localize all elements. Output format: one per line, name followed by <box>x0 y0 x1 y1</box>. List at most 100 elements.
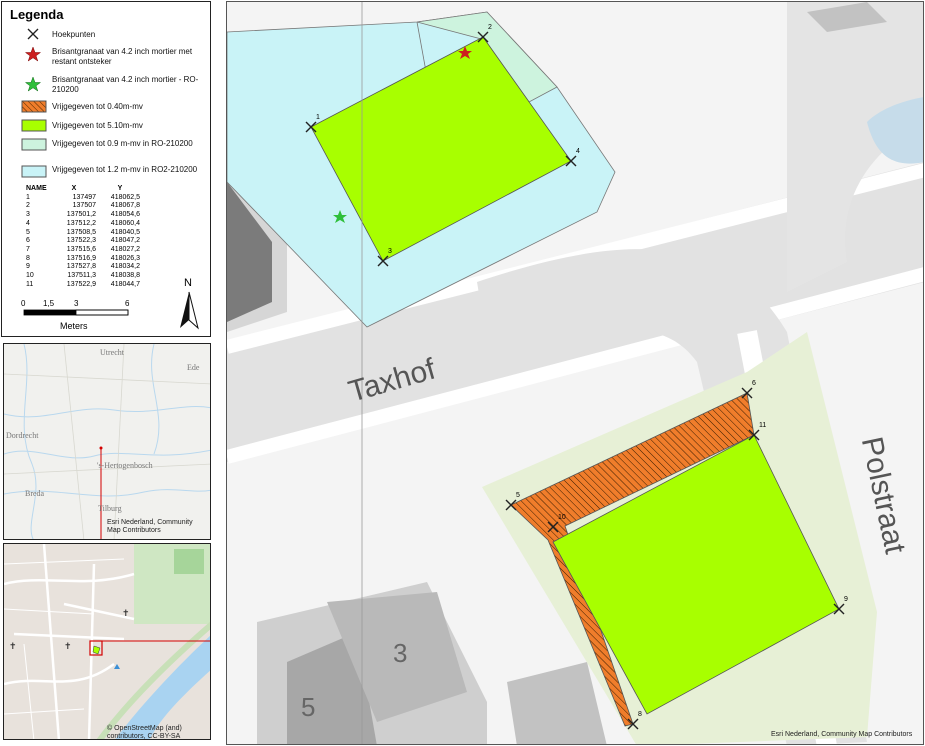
legend-label-hoekpunten: Hoekpunten <box>52 30 96 39</box>
table-cell: 137527,8 <box>66 263 96 271</box>
table-cell: 418062,5 <box>110 193 140 201</box>
place-ede: Ede <box>187 363 200 372</box>
point-label: 8 <box>638 711 642 718</box>
house-number-5: 5 <box>301 692 316 722</box>
point-label: 1 <box>316 114 320 121</box>
table-cell: 137511,3 <box>67 272 96 280</box>
table-cell: 2 <box>26 202 30 210</box>
scale-bar <box>23 309 129 316</box>
table-cell: 418044,7 <box>110 280 140 288</box>
table-cell: 418060,4 <box>110 219 140 227</box>
table-cell: 137508,5 <box>66 228 96 236</box>
table-row: 4 137512,2 418060,4 <box>24 220 142 229</box>
point-label: 11 <box>759 422 767 429</box>
table-cell: 8 <box>26 254 30 262</box>
table-cell: 7 <box>26 245 30 253</box>
table-row: 8 137516,9 418026,3 <box>24 255 142 264</box>
svg-text:✝: ✝ <box>64 641 72 651</box>
table-cell: 137501,2 <box>66 211 96 219</box>
table-header-x: X <box>71 185 77 192</box>
table-cell: 137516,9 <box>66 254 96 262</box>
point-label: 5 <box>516 492 520 499</box>
place-hertogenbosch: 's-Hertogenbosch <box>97 461 153 470</box>
cyan-swatch <box>21 165 47 178</box>
north-arrow-icon <box>180 291 199 330</box>
scale-tick-2: 3 <box>74 299 79 308</box>
scale-tick-0: 0 <box>21 299 26 308</box>
legend-label-mint: Vrijgegeven tot 0.9 m-mv in RO-210200 <box>52 139 193 148</box>
table-row: 9 137527,8 418034,2 <box>24 263 142 272</box>
table-cell: 10 <box>26 272 34 280</box>
table-cell: 418047,2 <box>110 237 140 245</box>
table-cell: 137507 <box>72 202 96 210</box>
table-cell: 418038,8 <box>110 272 140 280</box>
table-cell: 5 <box>26 228 30 236</box>
table-cell: 3 <box>26 211 30 219</box>
table-cell: 6 <box>26 237 30 245</box>
coordinates-table-body: 1 137497 418062,5 2 137507 418067,8 3 137501,2 4… <box>24 194 142 290</box>
point-label: 6 <box>752 380 756 387</box>
coordinates-table: NAME X Y 1 137497 418062,5 2 137507 418067,8 3… <box>24 185 142 289</box>
table-row: 11 137522,9 418044,7 <box>24 281 142 290</box>
table-row: 10 137511,3 418038,8 <box>24 272 142 281</box>
lime-swatch <box>21 119 47 132</box>
point-label: 3 <box>388 248 392 255</box>
table-cell: 137522,9 <box>66 280 96 288</box>
house-number-3: 3 <box>393 638 408 668</box>
table-row: 2 137507 418067,8 <box>24 202 142 211</box>
scale-unit: Meters <box>60 321 88 331</box>
legend-label-green-star: Brisantgranaat van 4.2 inch mortier - RO… <box>52 75 199 94</box>
locator-map-canvas: ✝ ✝ ✝ <box>4 544 210 739</box>
table-cell: 418067,8 <box>110 202 140 210</box>
table-row: 7 137515,6 418027,2 <box>24 246 142 255</box>
overview-map: Utrecht Ede Dordrecht 's-Hertogenbosch B… <box>3 343 211 540</box>
svg-text:✝: ✝ <box>122 608 130 618</box>
point-label: 9 <box>844 596 848 603</box>
table-cell: 11 <box>26 280 34 288</box>
place-breda: Breda <box>25 489 45 498</box>
table-row: 5 137508,5 418040,5 <box>24 229 142 238</box>
place-dordrecht: Dordrecht <box>6 431 39 440</box>
table-cell: 137497 <box>72 193 96 201</box>
red-star-icon <box>24 46 42 62</box>
legend-label-orange: Vrijgegeven tot 0.40m-mv <box>52 102 143 111</box>
legend-label-cyan: Vrijgegeven tot 1.2 m-mv in RO2-210200 <box>52 165 198 174</box>
table-cell: 9 <box>26 263 30 271</box>
table-cell: 1 <box>26 193 30 201</box>
table-row: 1 137497 418062,5 <box>24 194 142 203</box>
table-cell: 137512,2 <box>66 219 96 227</box>
place-utrecht: Utrecht <box>100 348 124 357</box>
scale-tick-1: 1,5 <box>43 299 55 308</box>
table-cell: 418034,2 <box>110 263 140 271</box>
table-cell: 418040,5 <box>110 228 140 236</box>
main-map: Taxhof Polstraat 3 5 1 2 3 4 5 6 8 9 10 11 Esri N… <box>226 1 924 745</box>
table-cell: 418026,3 <box>110 254 140 262</box>
overview-credit: Esri Nederland, Community Map Contributo… <box>107 519 193 534</box>
table-header-name: NAME <box>26 185 47 192</box>
table-cell: 4 <box>26 219 30 227</box>
table-cell: 137522,3 <box>66 237 96 245</box>
x-marker-icon <box>27 28 39 40</box>
north-label: N <box>184 277 192 289</box>
table-row: 3 137501,2 418054,6 <box>24 211 142 220</box>
place-tilburg: Tilburg <box>98 504 122 513</box>
point-label: 2 <box>488 24 492 31</box>
point-label: 10 <box>558 514 566 521</box>
legend-label-red-star: Brisantgranaat van 4.2 inch mortier met … <box>52 47 193 66</box>
main-map-credit: Esri Nederland, Community Map Contributo… <box>771 731 913 738</box>
hatched-orange-swatch <box>21 100 47 113</box>
legend-panel: Legenda Hoekpunten Brisantgranaat van 4.… <box>1 1 211 337</box>
locator-map: ✝ ✝ ✝ © OpenStreetMap (and) contributors… <box>3 543 211 740</box>
table-cell: 418054,6 <box>110 211 140 219</box>
legend-label-lime: Vrijgegeven tot 5.10m-mv <box>52 121 143 130</box>
mint-swatch <box>21 138 47 151</box>
green-star-icon <box>24 76 42 92</box>
locator-credit: © OpenStreetMap (and) contributors, CC-B… <box>107 725 182 740</box>
table-cell: 418027,2 <box>110 245 140 253</box>
table-header-y: Y <box>117 185 123 192</box>
table-cell: 137515,6 <box>66 245 96 253</box>
table-row: 6 137522,3 418047,2 <box>24 237 142 246</box>
svg-text:✝: ✝ <box>9 641 17 651</box>
point-label: 4 <box>576 148 580 155</box>
scale-tick-3: 6 <box>125 299 130 308</box>
